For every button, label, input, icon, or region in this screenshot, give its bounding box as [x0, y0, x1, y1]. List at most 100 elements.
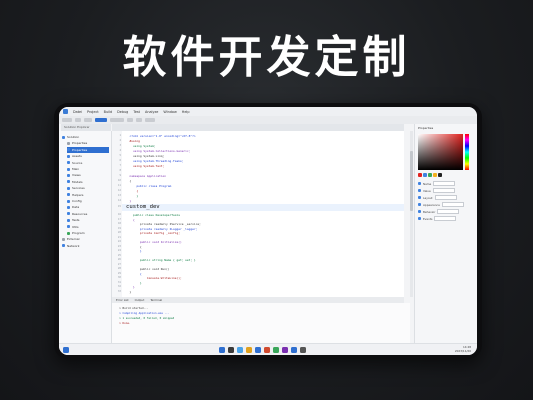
- run-button[interactable]: [95, 118, 107, 122]
- current-line-highlight: [122, 204, 404, 211]
- swatch[interactable]: [433, 173, 437, 177]
- toolbar-button[interactable]: [62, 118, 72, 122]
- tree-item[interactable]: Properties: [67, 146, 109, 153]
- editor-scrollbar[interactable]: [410, 131, 413, 297]
- menu-item[interactable]: Help: [182, 110, 190, 114]
- taskbar-app-icon[interactable]: [255, 347, 261, 353]
- toolbar-button[interactable]: [127, 118, 133, 122]
- line-number: 14: [117, 199, 121, 202]
- tree-item-label: Source: [72, 160, 83, 165]
- swatch[interactable]: [418, 173, 422, 177]
- tree-item[interactable]: Properties: [67, 140, 109, 146]
- folder-icon: [67, 148, 70, 152]
- swatch[interactable]: [438, 173, 442, 177]
- line-number: 9: [119, 174, 121, 177]
- tree-item[interactable]: Models: [67, 179, 109, 185]
- tree-item-label: Views: [72, 173, 81, 178]
- menu-item[interactable]: Build: [104, 110, 113, 114]
- tree-item[interactable]: Helpers: [67, 192, 109, 198]
- menu-item[interactable]: Project: [87, 110, 99, 114]
- tree-item[interactable]: Config: [67, 198, 109, 204]
- taskbar-app-icon[interactable]: [228, 347, 234, 353]
- line-number: 29: [117, 271, 121, 275]
- toolbar-button[interactable]: [75, 118, 81, 122]
- output-tab[interactable]: Output: [135, 298, 145, 302]
- property-icon: [418, 182, 421, 185]
- folder-icon: [67, 161, 70, 165]
- line-number: 17: [117, 217, 121, 221]
- code-line: }: [126, 280, 142, 285]
- explorer-title: Solution Explorer: [64, 125, 90, 129]
- line-number: 20: [117, 231, 121, 234]
- tree-item[interactable]: Utils: [67, 224, 109, 230]
- taskbar-app-icon[interactable]: [246, 347, 252, 353]
- menu-item[interactable]: Datei: [73, 110, 82, 114]
- menu-item[interactable]: Debug: [117, 110, 128, 114]
- tree-item[interactable]: Data: [67, 204, 109, 210]
- line-number: 16: [117, 213, 121, 216]
- tree-item[interactable]: Program: [67, 230, 109, 236]
- property-input[interactable]: [441, 202, 464, 207]
- toolbar-button[interactable]: [84, 118, 92, 122]
- property-input[interactable]: [434, 216, 457, 221]
- property-row[interactable]: Value: [418, 188, 474, 193]
- taskbar-app-icon[interactable]: [273, 347, 279, 353]
- tree-item-label: Assets: [72, 154, 82, 159]
- tree-item[interactable]: Views: [67, 172, 109, 178]
- tree-item[interactable]: Main: [67, 166, 109, 172]
- property-row[interactable]: Behavior: [418, 209, 474, 214]
- tree-item[interactable]: Assets: [67, 153, 109, 159]
- property-input[interactable]: [433, 181, 456, 186]
- taskbar-app-icon[interactable]: [291, 347, 297, 353]
- swatch[interactable]: [428, 173, 432, 177]
- output-tab[interactable]: Terminal: [150, 298, 162, 302]
- line-number: 21: [117, 235, 121, 239]
- code-line: Console.WriteLine();: [126, 276, 182, 280]
- tree-item[interactable]: Resources: [67, 211, 109, 217]
- property-row[interactable]: Events: [418, 216, 474, 221]
- tree-item-label: Services: [72, 186, 85, 191]
- taskbar-app-icon[interactable]: [237, 347, 243, 353]
- tree-item-label: Solution: [67, 135, 80, 139]
- color-swatches: [418, 173, 442, 177]
- property-input[interactable]: [437, 209, 460, 214]
- tree-item-label: Main: [72, 167, 80, 171]
- line-number: 4: [119, 149, 121, 152]
- color-picker[interactable]: [418, 134, 463, 170]
- tree-item[interactable]: Network: [62, 243, 109, 249]
- tree-item-label: Network: [67, 243, 80, 248]
- line-number: 27: [117, 262, 121, 266]
- scrollbar-thumb[interactable]: [410, 151, 413, 211]
- start-button-icon[interactable]: [63, 347, 69, 353]
- toolbar-button[interactable]: [136, 118, 142, 122]
- folder-icon: [67, 154, 70, 158]
- taskbar-app-icon[interactable]: [282, 347, 288, 353]
- output-tab[interactable]: Error List: [116, 298, 129, 302]
- property-row[interactable]: Appearance: [418, 202, 474, 207]
- hue-slider[interactable]: [465, 134, 469, 170]
- property-row[interactable]: Layout: [418, 195, 474, 200]
- tree-item[interactable]: Solution: [62, 134, 109, 140]
- code-editor[interactable]: 1 <?xml version="1.0" encoding="utf-8"?>…: [112, 131, 404, 297]
- taskbar-app-icon[interactable]: [300, 347, 306, 353]
- menu-item[interactable]: Test: [133, 110, 140, 114]
- code-line: {: [126, 179, 132, 183]
- tree-item[interactable]: Services: [67, 185, 109, 191]
- line-number: 11: [117, 184, 121, 187]
- taskbar-app-icon[interactable]: [219, 347, 225, 353]
- tree-item[interactable]: External: [62, 236, 109, 242]
- tree-item[interactable]: Source: [67, 160, 109, 166]
- toolbar-button[interactable]: [110, 118, 124, 122]
- property-input[interactable]: [432, 188, 455, 193]
- tree-item-label: External: [67, 237, 80, 242]
- toolbar-button[interactable]: [145, 118, 155, 122]
- taskbar-app-icon[interactable]: [264, 347, 270, 353]
- code-line: public void Run(): [126, 267, 170, 271]
- property-input[interactable]: [434, 195, 457, 200]
- menu-item[interactable]: Window: [163, 110, 176, 114]
- swatch[interactable]: [423, 173, 427, 177]
- line-number: 15: [117, 205, 121, 208]
- menu-item[interactable]: Analyze: [145, 110, 158, 114]
- tree-item[interactable]: Tests: [67, 217, 109, 223]
- property-row[interactable]: Name: [418, 181, 474, 186]
